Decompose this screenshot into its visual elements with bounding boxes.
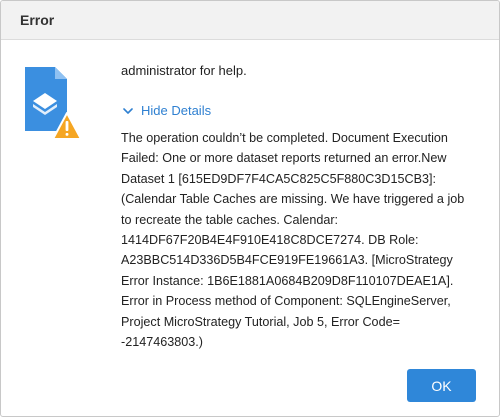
chevron-down-icon <box>123 108 133 114</box>
ok-button[interactable]: OK <box>407 369 476 402</box>
message-tail: administrator for help. <box>121 63 247 78</box>
error-dialog: Error administrator for help. Hide Detai… <box>0 0 500 417</box>
dialog-titlebar: Error <box>1 1 499 40</box>
hide-details-toggle[interactable]: Hide Details <box>121 102 211 120</box>
hide-details-label[interactable]: Hide Details <box>141 102 211 120</box>
dialog-message: administrator for help. <box>121 61 466 81</box>
error-details-text: The operation couldn’t be completed. Doc… <box>121 131 465 350</box>
dialog-title: Error <box>20 12 55 28</box>
document-error-icon <box>23 65 82 143</box>
